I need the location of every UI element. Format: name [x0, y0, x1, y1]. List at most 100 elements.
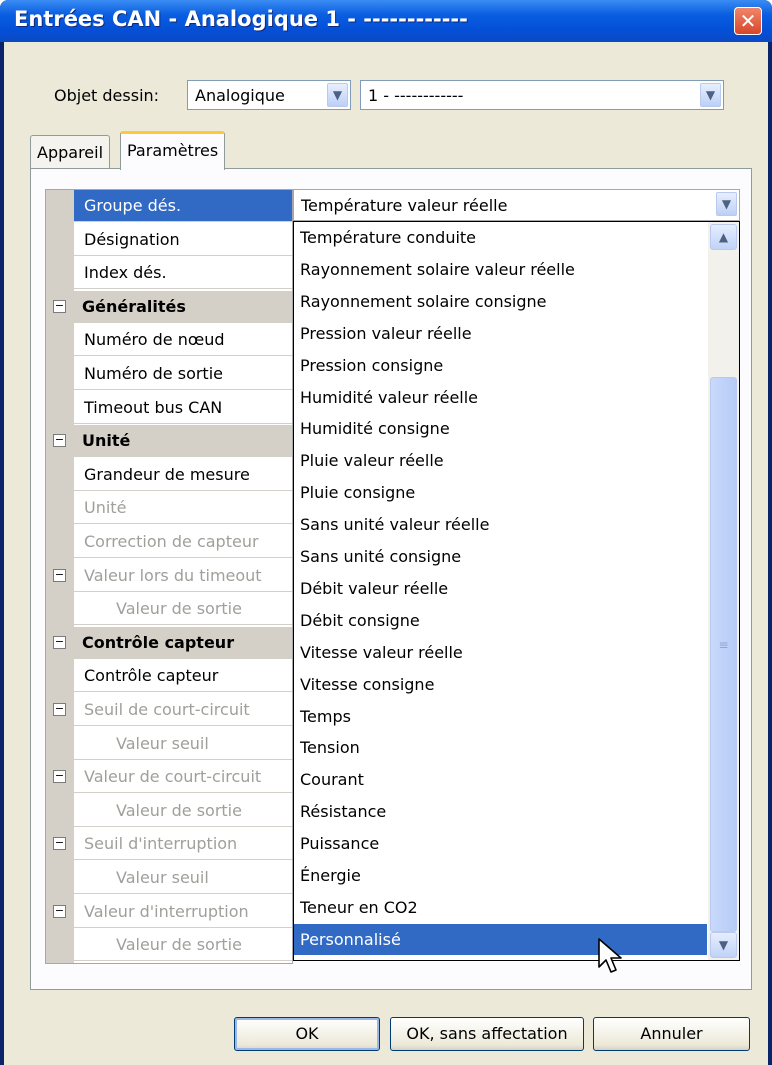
- property-label: Unité: [82, 431, 131, 451]
- property-row[interactable]: Correction de capteur: [46, 526, 292, 558]
- scroll-up-button[interactable]: ▲: [710, 224, 737, 250]
- property-row[interactable]: Unité: [46, 492, 292, 525]
- property-row[interactable]: Désignation: [46, 224, 292, 256]
- chevron-down-icon[interactable]: ▼: [327, 83, 348, 107]
- collapse-icon[interactable]: −: [53, 703, 66, 716]
- list-option[interactable]: Personnalisé: [294, 923, 707, 955]
- property-row[interactable]: − Valeur lors du timeout: [46, 560, 292, 592]
- property-row[interactable]: Valeur seuil: [46, 862, 292, 894]
- property-row[interactable]: Valeur de sortie: [46, 929, 292, 962]
- property-label: Valeur seuil: [116, 868, 209, 887]
- tab-parametres[interactable]: Paramètres: [120, 131, 226, 170]
- list-option[interactable]: Courant: [294, 764, 707, 795]
- property-label: Seuil d'interruption: [84, 834, 238, 854]
- window-title: Entrées CAN - Analogique 1 - -----------…: [14, 7, 468, 31]
- objet-type-value: Analogique: [195, 86, 285, 105]
- list-option[interactable]: Tension: [294, 732, 707, 763]
- collapse-icon[interactable]: −: [53, 299, 66, 313]
- property-row[interactable]: Groupe dés.: [46, 190, 292, 222]
- property-label: Généralités: [82, 296, 186, 316]
- groupe-des-value-select[interactable]: Température valeur réelle ▼: [293, 189, 740, 221]
- property-label: Unité: [84, 498, 127, 518]
- property-label: Contrôle capteur: [82, 632, 235, 652]
- list-option[interactable]: Humidité consigne: [294, 413, 707, 444]
- scroll-thumb[interactable]: ≡: [710, 377, 737, 932]
- objet-instance-value: 1 - ------------: [368, 86, 464, 105]
- list-option[interactable]: Rayonnement solaire consigne: [294, 286, 707, 317]
- list-option[interactable]: Température conduite: [294, 222, 707, 253]
- property-category[interactable]: − Contrôle capteur: [46, 626, 292, 659]
- property-row[interactable]: Index dés.: [46, 257, 292, 290]
- property-row[interactable]: Numéro de sortie: [46, 358, 292, 390]
- scroll-down-button[interactable]: ▼: [710, 932, 737, 958]
- list-option[interactable]: Pression valeur réelle: [294, 318, 707, 349]
- property-label: Numéro de sortie: [84, 364, 223, 383]
- list-option[interactable]: Sans unité valeur réelle: [294, 509, 707, 540]
- list-option[interactable]: Temps: [294, 701, 707, 732]
- list-option[interactable]: Résistance: [294, 796, 707, 827]
- ok-sans-affectation-button[interactable]: OK, sans affectation: [390, 1017, 584, 1051]
- list-option[interactable]: Débit consigne: [294, 605, 707, 636]
- title-bar[interactable]: Entrées CAN - Analogique 1 - -----------…: [0, 0, 772, 42]
- list-option[interactable]: Vitesse consigne: [294, 669, 707, 700]
- property-row[interactable]: Timeout bus CAN: [46, 392, 292, 424]
- property-label: Correction de capteur: [84, 532, 259, 551]
- list-option[interactable]: Pluie valeur réelle: [294, 445, 707, 476]
- tab-appareil[interactable]: Appareil: [30, 135, 111, 169]
- collapse-icon[interactable]: −: [53, 568, 66, 582]
- property-row[interactable]: − Seuil de court-circuit: [46, 694, 292, 726]
- ok-button[interactable]: OK: [234, 1017, 380, 1051]
- list-option[interactable]: Rayonnement solaire valeur réelle: [294, 254, 707, 285]
- list-option[interactable]: Sans unité consigne: [294, 541, 707, 572]
- list-option[interactable]: Puissance: [294, 828, 707, 859]
- list-option[interactable]: Teneur en CO2: [294, 892, 707, 923]
- property-category[interactable]: − Généralités: [46, 290, 292, 323]
- property-label: Valeur de sortie: [116, 935, 242, 955]
- property-row[interactable]: Grandeur de mesure: [46, 459, 292, 491]
- list-option[interactable]: Humidité valeur réelle: [294, 382, 707, 413]
- collapse-icon[interactable]: −: [53, 904, 66, 918]
- list-option[interactable]: Pluie consigne: [294, 477, 707, 508]
- property-row[interactable]: − Valeur de court-circuit: [46, 761, 292, 794]
- list-option[interactable]: Débit valeur réelle: [294, 573, 707, 604]
- dropdown-list[interactable]: ▲ ≡ ▼ Température conduite Rayonnement so…: [293, 221, 740, 961]
- annuler-button[interactable]: Annuler: [593, 1017, 750, 1051]
- property-row[interactable]: Valeur de sortie: [46, 593, 292, 626]
- list-option[interactable]: Vitesse valeur réelle: [294, 637, 707, 668]
- property-label: Valeur de court-circuit: [84, 767, 262, 787]
- collapse-icon[interactable]: −: [53, 434, 66, 448]
- list-scrollbar[interactable]: ▲ ≡ ▼: [708, 222, 739, 960]
- property-grid: Groupe dés. Désignation Index dés. − Général…: [45, 189, 293, 964]
- objet-dessin-label: Objet dessin:: [54, 86, 160, 105]
- property-label: Contrôle capteur: [84, 666, 219, 686]
- property-row[interactable]: − Seuil d'interruption: [46, 828, 292, 861]
- chevron-down-icon[interactable]: ▼: [716, 192, 737, 216]
- property-row[interactable]: − Valeur d'interruption: [46, 896, 292, 928]
- property-label: Index dés.: [84, 263, 167, 283]
- grip-icon: ≡: [718, 638, 729, 652]
- property-label: Valeur de sortie: [116, 599, 242, 619]
- objet-type-select[interactable]: Analogique ▼: [187, 80, 351, 110]
- list-option[interactable]: Énergie: [294, 860, 707, 891]
- groupe-des-value: Température valeur réelle: [301, 196, 508, 215]
- property-label: Numéro de nœud: [84, 330, 225, 350]
- collapse-icon[interactable]: −: [53, 837, 66, 851]
- collapse-icon[interactable]: −: [53, 770, 66, 784]
- property-label: Valeur seuil: [116, 733, 209, 753]
- property-row[interactable]: Contrôle capteur: [46, 660, 292, 693]
- property-label: Seuil de court-circuit: [84, 700, 250, 719]
- chevron-down-icon[interactable]: ▼: [700, 83, 721, 107]
- property-label: Valeur de sortie: [116, 800, 242, 820]
- property-category[interactable]: − Unité: [46, 425, 292, 458]
- mouse-pointer-icon: [598, 938, 622, 973]
- property-label: Valeur d'interruption: [84, 901, 249, 921]
- collapse-icon[interactable]: −: [53, 635, 66, 649]
- list-option[interactable]: Pression consigne: [294, 350, 707, 381]
- property-row[interactable]: Valeur de sortie: [46, 795, 292, 827]
- property-label: Groupe dés.: [84, 196, 182, 215]
- property-row[interactable]: Valeur seuil: [46, 728, 292, 760]
- close-button[interactable]: ✕: [734, 7, 762, 35]
- objet-instance-select[interactable]: 1 - ------------ ▼: [360, 80, 724, 110]
- property-label: Timeout bus CAN: [84, 397, 223, 417]
- property-row[interactable]: Numéro de nœud: [46, 324, 292, 357]
